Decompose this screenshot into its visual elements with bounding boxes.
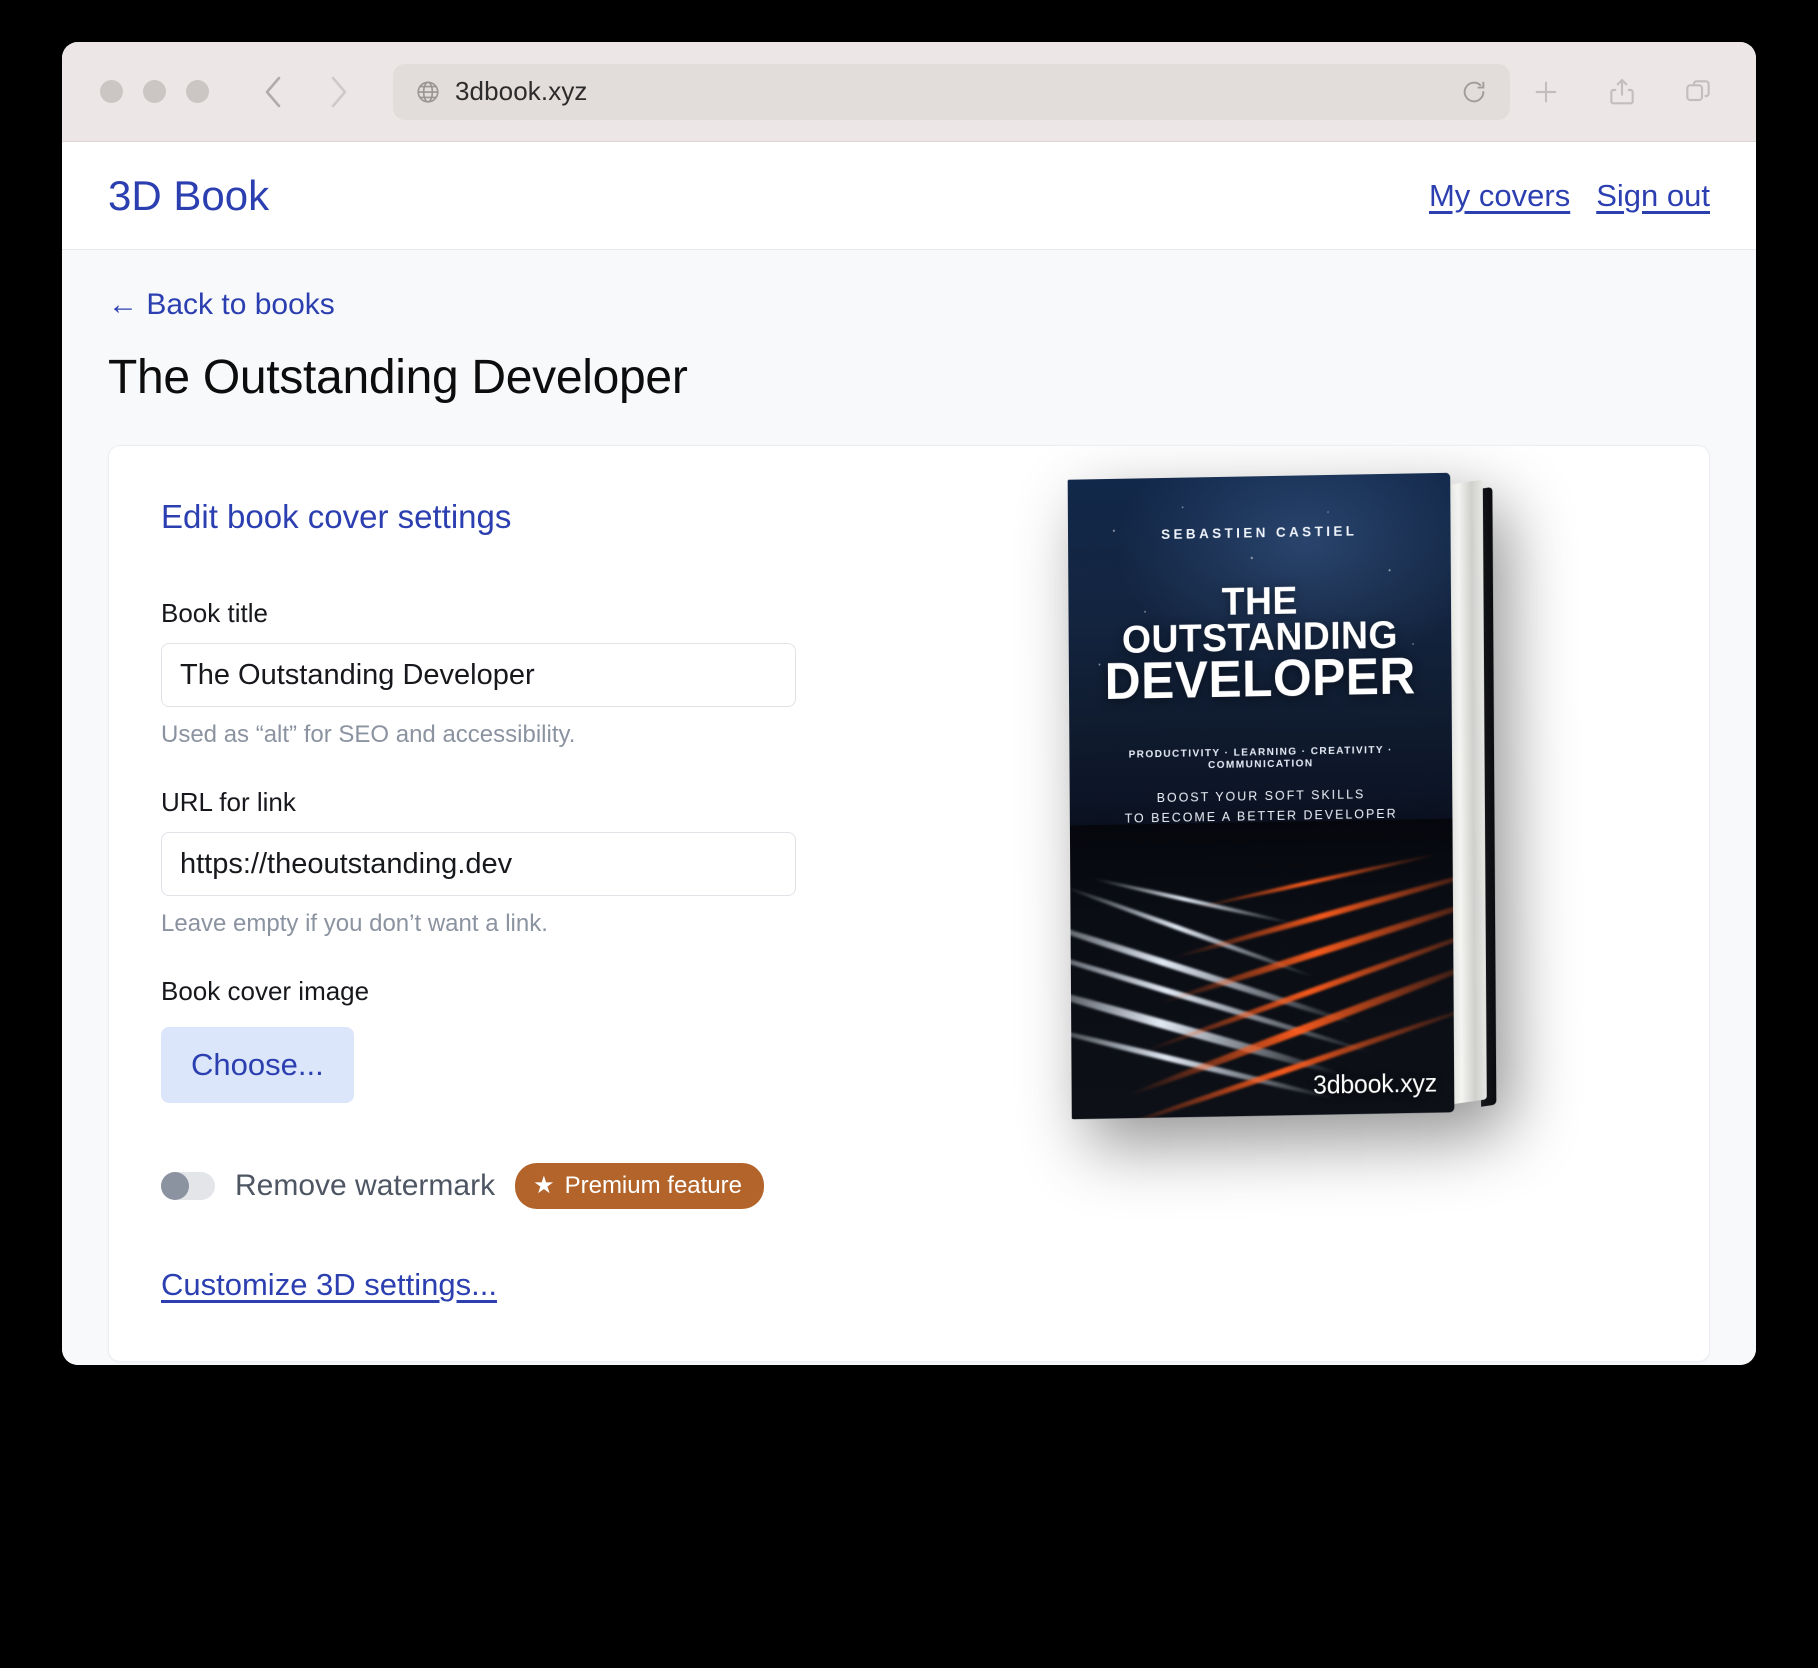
remove-watermark-row: Remove watermark ★ Premium feature — [161, 1163, 941, 1209]
forward-arrow-icon[interactable] — [325, 75, 351, 109]
book-preview-pane: SEBASTIEN CASTIEL THE OUTSTANDING DEVELO… — [941, 446, 1709, 1361]
book-title-label: Book title — [161, 598, 941, 629]
globe-icon — [415, 79, 441, 105]
choose-file-button[interactable]: Choose... — [161, 1027, 354, 1103]
browser-window: 3dbook.xyz — [62, 42, 1756, 1365]
url-text: 3dbook.xyz — [455, 76, 1446, 107]
reload-icon[interactable] — [1460, 78, 1488, 106]
premium-badge-label: Premium feature — [565, 1172, 742, 1200]
customize-3d-settings-link[interactable]: Customize 3D settings... — [161, 1267, 497, 1303]
book-title-input[interactable]: The Outstanding Developer — [161, 643, 796, 707]
back-arrow-icon[interactable] — [261, 75, 287, 109]
page-body: ← Back to books The Outstanding Develope… — [62, 250, 1756, 1365]
browser-navigation — [261, 75, 351, 109]
nav-link-sign-out[interactable]: Sign out — [1596, 178, 1710, 214]
tabs-icon[interactable] — [1682, 76, 1714, 108]
window-traffic-lights — [100, 80, 209, 103]
page-title: The Outstanding Developer — [108, 350, 1710, 405]
settings-card: Edit book cover settings Book title The … — [108, 445, 1710, 1362]
field-url-for-link: URL for link https://theoutstanding.dev … — [161, 787, 941, 938]
back-to-books-link[interactable]: ← Back to books — [108, 288, 335, 322]
cover-watermark: 3dbook.xyz — [1313, 1068, 1437, 1101]
url-label: URL for link — [161, 787, 941, 818]
toggle-knob — [161, 1172, 189, 1200]
book-cover-front: SEBASTIEN CASTIEL THE OUTSTANDING DEVELO… — [1068, 473, 1455, 1119]
cover-tags: PRODUCTIVITY · LEARNING · CREATIVITY · C… — [1094, 743, 1427, 773]
address-bar[interactable]: 3dbook.xyz — [393, 64, 1510, 120]
form-section-title: Edit book cover settings — [161, 498, 941, 536]
close-window-button[interactable] — [100, 80, 123, 103]
cover-title-line1: THE OUTSTANDING — [1093, 581, 1426, 659]
book-title-hint: Used as “alt” for SEO and accessibility. — [161, 721, 941, 749]
brand-logo[interactable]: 3D Book — [108, 175, 269, 217]
premium-feature-badge: ★ Premium feature — [515, 1163, 764, 1209]
browser-actions — [1530, 76, 1726, 108]
field-book-cover-image: Book cover image Choose... — [161, 976, 941, 1103]
minimize-window-button[interactable] — [143, 80, 166, 103]
share-icon[interactable] — [1606, 76, 1638, 108]
header-nav: My covers Sign out — [1429, 178, 1710, 214]
url-input[interactable]: https://theoutstanding.dev — [161, 832, 796, 896]
url-hint: Leave empty if you don’t want a link. — [161, 910, 941, 938]
browser-toolbar: 3dbook.xyz — [62, 42, 1756, 142]
cover-text-layer: SEBASTIEN CASTIEL THE OUTSTANDING DEVELO… — [1068, 473, 1455, 1119]
nav-link-my-covers[interactable]: My covers — [1429, 178, 1570, 214]
field-book-title: Book title The Outstanding Developer Use… — [161, 598, 941, 749]
plus-icon[interactable] — [1530, 76, 1562, 108]
maximize-window-button[interactable] — [186, 80, 209, 103]
site-header: 3D Book My covers Sign out — [62, 142, 1756, 250]
cover-author: SEBASTIEN CASTIEL — [1093, 521, 1426, 543]
cover-settings-form: Edit book cover settings Book title The … — [109, 446, 941, 1361]
star-icon: ★ — [533, 1174, 555, 1198]
remove-watermark-label: Remove watermark — [235, 1169, 495, 1203]
book-3d-preview[interactable]: SEBASTIEN CASTIEL THE OUTSTANDING DEVELO… — [1068, 473, 1455, 1119]
cover-title: THE OUTSTANDING DEVELOPER — [1093, 581, 1427, 707]
remove-watermark-toggle[interactable] — [161, 1172, 215, 1200]
cover-subtitle: BOOST YOUR SOFT SKILLS TO BECOME A BETTE… — [1095, 783, 1428, 829]
cover-image-label: Book cover image — [161, 976, 941, 1007]
